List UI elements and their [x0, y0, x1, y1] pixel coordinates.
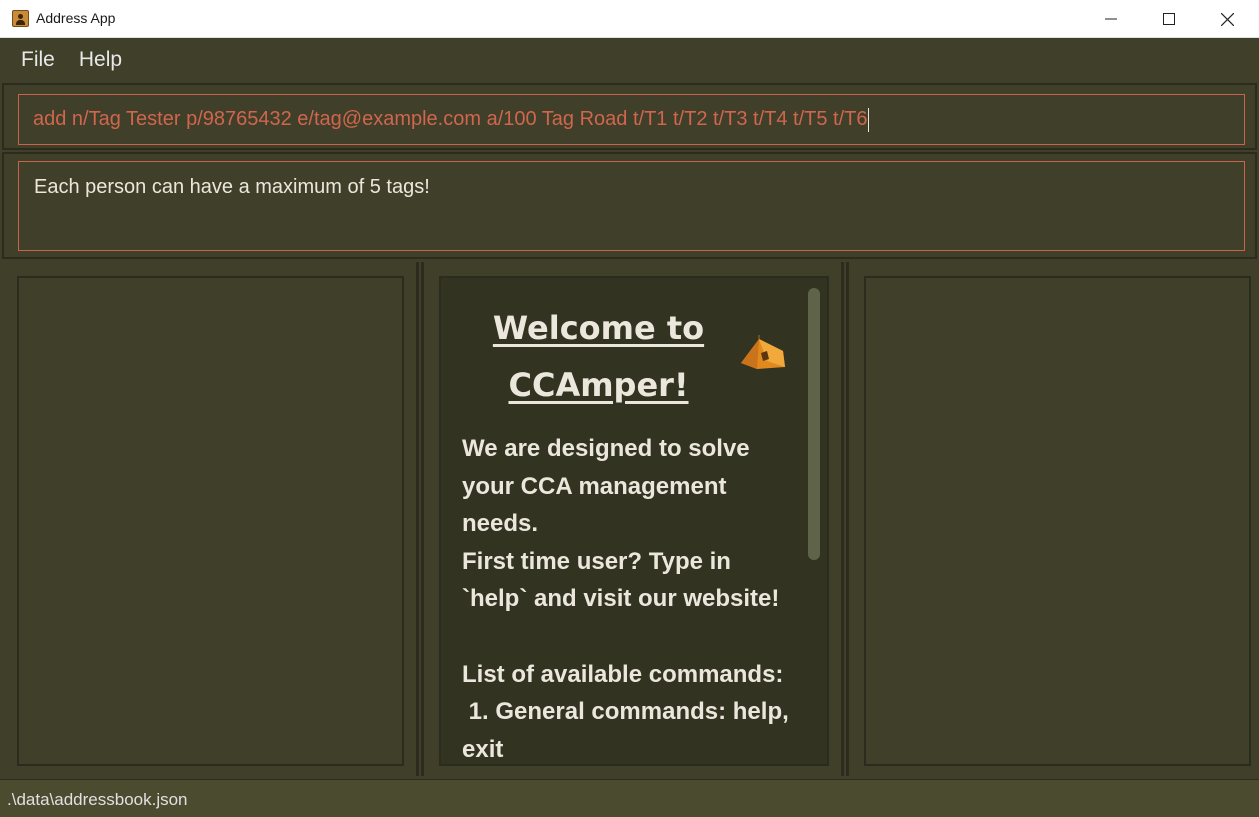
welcome-panel: Welcome to CCAmper! We are designed to s… — [439, 276, 829, 766]
split-divider-left[interactable] — [416, 262, 424, 776]
window-title: Address App — [36, 10, 116, 26]
result-display: Each person can have a maximum of 5 tags… — [2, 152, 1257, 259]
maximize-icon — [1163, 13, 1175, 25]
split-divider-right[interactable] — [841, 262, 849, 776]
welcome-body: We are designed to solve your CCA manage… — [462, 435, 789, 763]
welcome-scroll-thumb[interactable] — [808, 288, 820, 560]
address-book-icon — [12, 10, 29, 27]
detail-panel — [864, 276, 1251, 766]
person-list-panel — [17, 276, 404, 766]
status-bar: .\data\addressbook.json — [0, 779, 1259, 817]
close-button[interactable] — [1198, 0, 1256, 38]
tent-icon — [741, 335, 785, 369]
welcome-content: Welcome to CCAmper! We are designed to s… — [441, 278, 813, 764]
title-bar: Address App — [0, 0, 1259, 38]
save-location: .\data\addressbook.json — [7, 790, 188, 809]
text-caret — [868, 107, 870, 132]
command-input[interactable]: add n/Tag Tester p/98765432 e/tag@exampl… — [18, 94, 1245, 145]
maximize-button[interactable] — [1140, 0, 1198, 38]
minimize-button[interactable] — [1082, 0, 1140, 38]
command-text: add n/Tag Tester p/98765432 e/tag@exampl… — [33, 108, 868, 130]
command-box: add n/Tag Tester p/98765432 e/tag@exampl… — [2, 83, 1257, 150]
result-message: Each person can have a maximum of 5 tags… — [18, 161, 1245, 251]
close-icon — [1220, 12, 1234, 26]
menu-help[interactable]: Help — [67, 48, 134, 72]
menu-bar: File Help — [0, 38, 1259, 82]
menu-file[interactable]: File — [9, 48, 67, 72]
welcome-title: Welcome to CCAmper! — [492, 309, 705, 404]
minimize-icon — [1105, 18, 1117, 20]
